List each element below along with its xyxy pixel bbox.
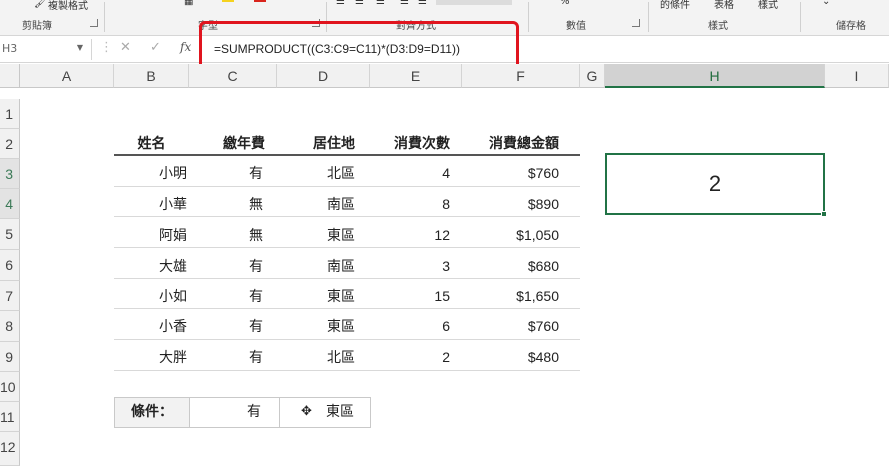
table-cell[interactable]: 有 (189, 342, 263, 372)
table-cell[interactable]: 北區 (277, 158, 355, 188)
table-cell[interactable]: 東區 (277, 281, 355, 311)
row-header-4[interactable]: 4 (0, 189, 20, 219)
result-value: 2 (708, 171, 722, 196)
table-cell[interactable]: $760 (462, 158, 559, 188)
header-divider (114, 154, 580, 156)
table-cell[interactable]: 北區 (277, 342, 355, 372)
insert-function-button[interactable]: fx (180, 40, 191, 54)
row-header-6[interactable]: 6 (0, 250, 20, 281)
align-left-icon[interactable]: ☰ (400, 0, 409, 7)
fill-color-icon[interactable] (222, 0, 234, 2)
format-painter-button[interactable]: 複製格式 (48, 0, 88, 12)
row-header-8[interactable]: 8 (0, 311, 20, 342)
table-cell[interactable]: 12 (370, 220, 450, 250)
row-header-2[interactable]: 2 (0, 129, 20, 159)
number-format-icon[interactable]: % (560, 0, 570, 7)
table-cell[interactable]: 有 (189, 251, 263, 281)
table-cell[interactable]: $760 (462, 311, 559, 341)
format-painter-icon[interactable]: 🖌 (34, 0, 47, 9)
table-cell[interactable]: $1,050 (462, 220, 559, 250)
table-cell[interactable]: $890 (462, 189, 559, 219)
conditional-format-button[interactable]: 的條件 (660, 0, 690, 11)
result-cell[interactable]: 2 (605, 153, 827, 217)
group-separator (104, 2, 105, 32)
table-cell[interactable]: 無 (189, 189, 263, 219)
clipboard-group-label: 剪貼簿 (22, 21, 52, 32)
row-divider (114, 278, 580, 279)
column-header-a[interactable]: A (20, 64, 114, 88)
condition-label: 條件： (115, 398, 190, 427)
font-color-icon[interactable] (254, 0, 266, 2)
name-box-value: H3 (2, 42, 18, 55)
row-divider (114, 339, 580, 340)
table-cell[interactable]: 2 (370, 342, 450, 372)
table-cell[interactable]: $680 (462, 251, 559, 281)
column-header-c[interactable]: C (189, 64, 277, 88)
styles-group-label: 樣式 (708, 21, 728, 32)
row-divider (114, 370, 580, 371)
number-launcher-icon[interactable] (632, 19, 640, 27)
number-group-label: 數值 (566, 21, 586, 32)
merge-center-button[interactable] (436, 0, 512, 5)
cells-dropdown-icon[interactable]: ⌄ (822, 0, 830, 7)
column-header-b[interactable]: B (114, 64, 189, 88)
clipboard-launcher-icon[interactable] (90, 19, 98, 27)
align-top-icon[interactable]: ☰ (336, 0, 345, 7)
format-as-table-button[interactable]: 表格 (714, 0, 734, 11)
row-header-1[interactable]: 1 (0, 99, 20, 129)
cells-group-label: 儲存格 (836, 21, 866, 32)
row-divider (114, 308, 580, 309)
column-header-h[interactable]: H (605, 64, 825, 88)
column-header-e[interactable]: E (370, 64, 462, 88)
table-cell[interactable]: 6 (370, 311, 450, 341)
more-options-icon: ⋮ (100, 40, 113, 55)
table-cell[interactable]: 東區 (277, 220, 355, 250)
condition-fee-cell[interactable]: 有 (190, 398, 280, 427)
group-separator (648, 2, 649, 32)
row-divider (114, 186, 580, 187)
column-header-g[interactable]: G (580, 64, 605, 88)
condition-box: 條件： 有 東區 (114, 397, 371, 428)
border-icon[interactable]: ▦ (184, 0, 193, 7)
table-cell[interactable]: 有 (189, 311, 263, 341)
table-cell[interactable]: 無 (189, 220, 263, 250)
align-middle-icon[interactable]: ☰ (355, 0, 364, 7)
row-header-7[interactable]: 7 (0, 281, 20, 311)
table-cell[interactable]: 有 (189, 281, 263, 311)
fill-handle[interactable] (821, 211, 827, 217)
align-right-icon[interactable]: ☰ (418, 0, 427, 7)
row-header-3[interactable]: 3 (0, 159, 20, 189)
table-cell[interactable]: 南區 (277, 189, 355, 219)
row-header-9[interactable]: 9 (0, 342, 20, 372)
table-cell[interactable]: 東區 (277, 311, 355, 341)
row-header-12[interactable]: 12 (0, 432, 20, 466)
row-divider (114, 247, 580, 248)
table-cell[interactable]: 8 (370, 189, 450, 219)
chevron-down-icon[interactable]: ▼ (77, 43, 83, 52)
column-header-i[interactable]: I (825, 64, 889, 88)
name-box[interactable]: H3 ▼ (0, 39, 92, 60)
row-divider (114, 216, 580, 217)
group-separator (528, 2, 529, 32)
table-cell[interactable]: 4 (370, 158, 450, 188)
table-cell[interactable]: $1,650 (462, 281, 559, 311)
cell-cursor-icon: ✥ (301, 404, 312, 419)
cancel-icon[interactable]: ✕ (120, 40, 131, 55)
enter-icon[interactable]: ✓ (150, 40, 161, 55)
table-cell[interactable]: 有 (189, 158, 263, 188)
condition-area-cell[interactable]: 東區 (280, 398, 372, 427)
row-header-11[interactable]: 11 (0, 402, 20, 432)
row-header-5[interactable]: 5 (0, 219, 20, 250)
column-header-d[interactable]: D (277, 64, 370, 88)
table-cell[interactable]: 3 (370, 251, 450, 281)
table-cell[interactable]: $480 (462, 342, 559, 372)
row-header-10[interactable]: 10 (0, 372, 20, 402)
select-all-corner[interactable] (0, 64, 20, 88)
align-bottom-icon[interactable]: ☰ (376, 0, 385, 7)
cell-styles-button[interactable]: 樣式 (758, 0, 778, 11)
group-separator (800, 2, 801, 32)
table-cell[interactable]: 15 (370, 281, 450, 311)
table-cell[interactable]: 南區 (277, 251, 355, 281)
column-header-f[interactable]: F (462, 64, 580, 88)
